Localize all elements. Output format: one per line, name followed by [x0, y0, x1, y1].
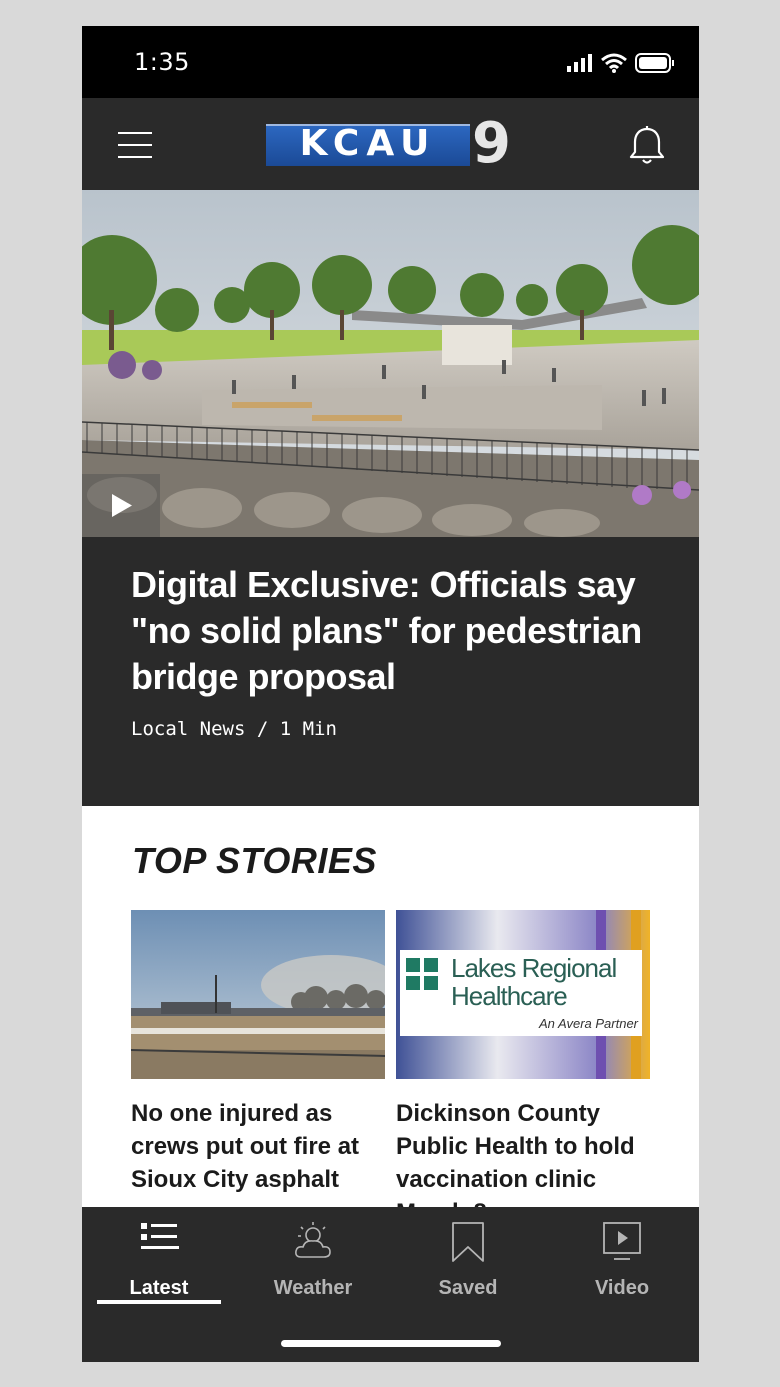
list-icon [141, 1223, 179, 1249]
phone-screen: 1:35 KCAU 9 Digital Exclusive: Officials… [82, 26, 699, 1362]
cellular-signal-icon [567, 54, 592, 72]
tab-label: Video [594, 1277, 650, 1299]
weather-icon [295, 1222, 331, 1258]
hero-headline[interactable]: Digital Exclusive: Officials say "no sol… [131, 562, 661, 700]
story-card[interactable]: No one injured as crews put out fire at … [131, 910, 385, 1229]
lakes-regional-logo-text: Lakes Regional Healthcare [451, 953, 617, 1011]
story-card[interactable]: Lakes Regional Healthcare An Avera Partn… [396, 910, 650, 1229]
bottom-tab-bar: Latest Weather Saved Video [82, 1207, 699, 1362]
logo-text: KCAU [299, 123, 437, 164]
hamburger-menu-icon[interactable] [118, 132, 152, 158]
story-thumbnail[interactable] [131, 910, 385, 1079]
play-icon [112, 494, 132, 517]
tab-saved[interactable]: Saved [408, 1217, 528, 1299]
bookmark-icon [452, 1222, 484, 1262]
tab-weather[interactable]: Weather [253, 1217, 373, 1299]
status-time: 1:35 [134, 48, 190, 76]
notification-bell-icon[interactable] [629, 126, 665, 166]
status-icons [567, 52, 675, 74]
app-header: KCAU 9 [82, 98, 699, 190]
avera-tagline: An Avera Partner [539, 1016, 638, 1031]
active-tab-indicator [97, 1300, 221, 1304]
tab-label: Latest [129, 1277, 189, 1299]
logo-number: 9 [472, 111, 511, 176]
story-thumbnail[interactable]: Lakes Regional Healthcare An Avera Partn… [396, 910, 650, 1079]
play-video-button[interactable] [82, 474, 160, 537]
section-heading: TOP STORIES [132, 840, 377, 881]
wifi-icon [601, 53, 627, 73]
video-icon [603, 1222, 641, 1260]
hero-image[interactable] [82, 190, 699, 537]
tab-label: Saved [438, 1277, 498, 1299]
hero-story[interactable]: Digital Exclusive: Officials say "no sol… [82, 190, 699, 806]
kcau9-logo[interactable]: KCAU 9 [266, 114, 516, 174]
home-indicator[interactable] [281, 1340, 501, 1347]
hero-meta: Local News / 1 Min [131, 718, 337, 740]
battery-icon [635, 53, 674, 73]
status-bar: 1:35 [82, 26, 699, 98]
tab-latest[interactable]: Latest [99, 1217, 219, 1299]
tab-label: Weather [273, 1277, 353, 1299]
tab-video[interactable]: Video [562, 1217, 682, 1299]
